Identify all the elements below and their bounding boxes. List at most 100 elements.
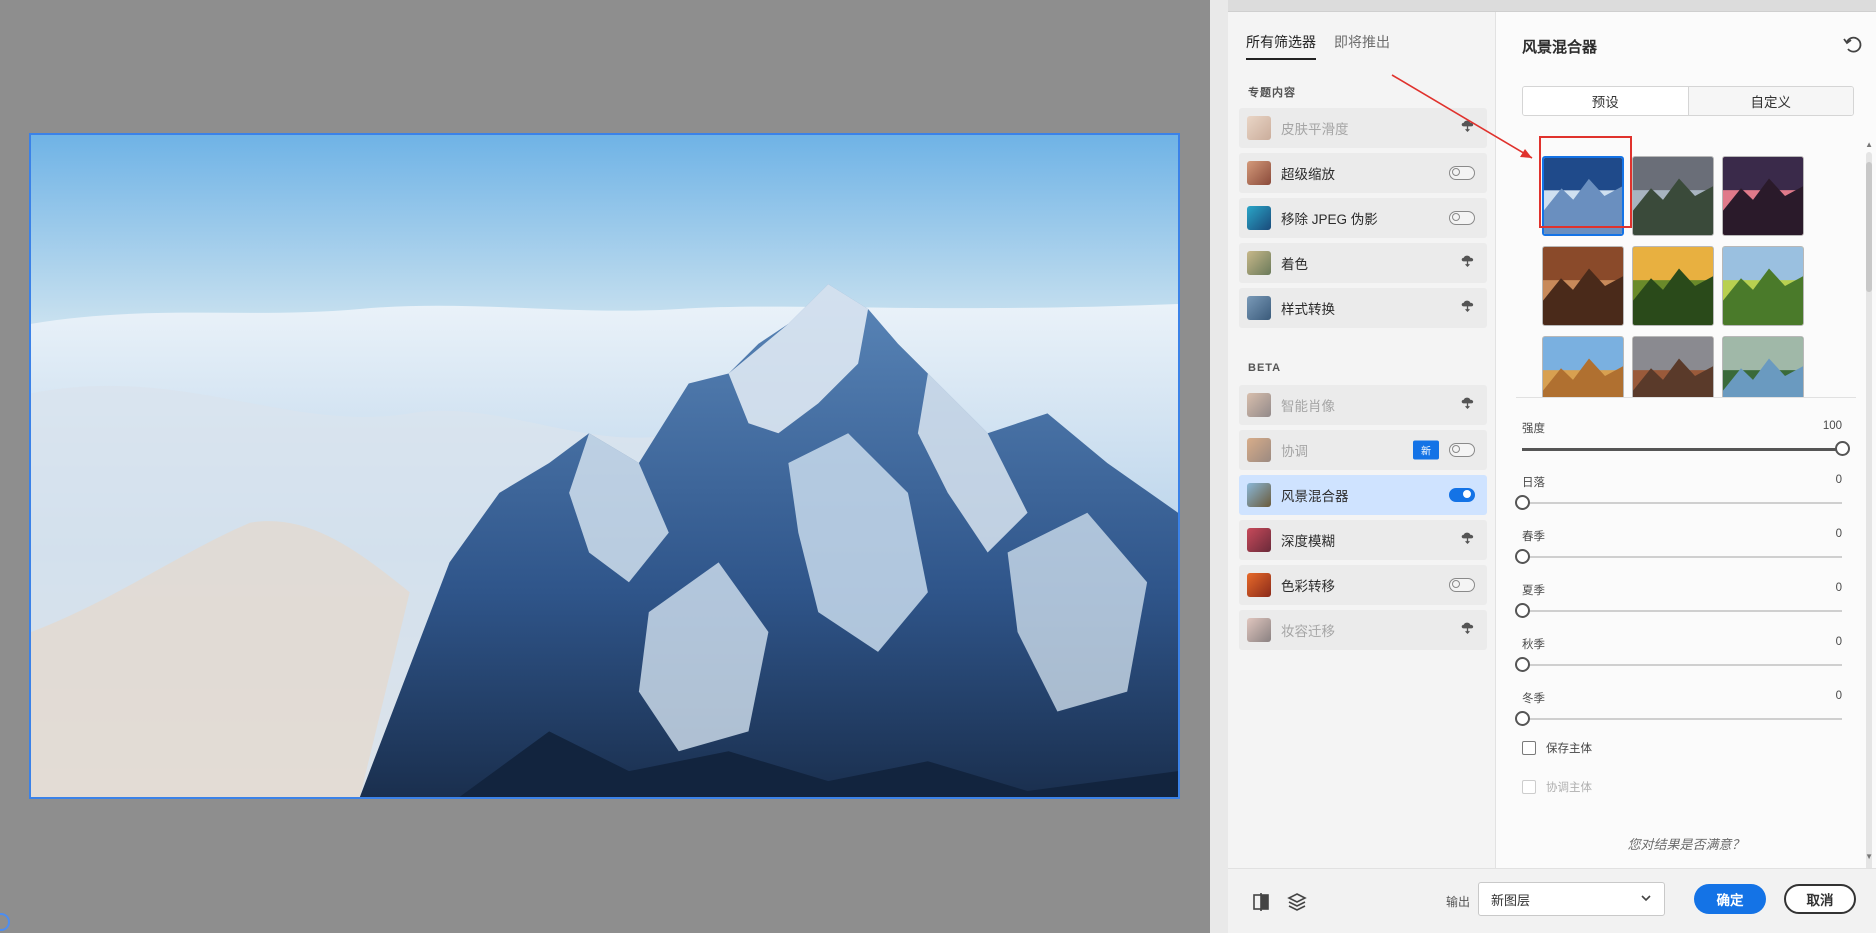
filter-thumbnail bbox=[1247, 528, 1271, 552]
slider-value: 0 bbox=[1835, 636, 1842, 648]
cloud-download-icon[interactable] bbox=[1460, 254, 1475, 267]
filter-label: 超级缩放 bbox=[1281, 167, 1335, 182]
preset-thumbnail[interactable] bbox=[1722, 156, 1804, 236]
filter-control bbox=[1460, 119, 1475, 137]
filter-toggle[interactable] bbox=[1449, 166, 1475, 180]
compare-split-icon[interactable] bbox=[1250, 891, 1272, 913]
cloud-download-icon[interactable] bbox=[1460, 531, 1475, 544]
scroll-up-icon[interactable]: ▲ bbox=[1865, 140, 1873, 149]
filter-thumbnail bbox=[1247, 393, 1271, 417]
preset-thumbnail[interactable] bbox=[1542, 336, 1624, 397]
filter-toggle[interactable] bbox=[1449, 211, 1475, 225]
filter-thumbnail bbox=[1247, 296, 1271, 320]
ok-button[interactable]: 确定 bbox=[1694, 884, 1766, 914]
filter-control bbox=[1460, 396, 1475, 414]
tab-all-filters[interactable]: 所有筛选器 bbox=[1246, 32, 1316, 60]
checkbox-row[interactable]: 保存主体 bbox=[1522, 740, 1592, 756]
output-select[interactable]: 新图层 bbox=[1478, 882, 1665, 916]
slider-label: 日落 bbox=[1522, 477, 1545, 489]
checkbox-row[interactable]: 协调主体 bbox=[1522, 779, 1592, 795]
section-featured-title: 专题内容 bbox=[1248, 87, 1296, 99]
preset-thumbnail[interactable] bbox=[1722, 336, 1804, 397]
filter-item[interactable]: 皮肤平滑度 bbox=[1239, 108, 1487, 148]
filter-label: 深度模糊 bbox=[1281, 534, 1335, 549]
cloud-download-icon[interactable] bbox=[1460, 621, 1475, 634]
slider-track[interactable] bbox=[1515, 549, 1842, 564]
filter-thumbnail bbox=[1247, 438, 1271, 462]
filter-thumbnail bbox=[1247, 161, 1271, 185]
preset-thumbnail[interactable] bbox=[1632, 336, 1714, 397]
slider-knob[interactable] bbox=[1515, 495, 1530, 510]
filter-label: 妆容迁移 bbox=[1281, 624, 1335, 639]
slider-knob[interactable] bbox=[1835, 441, 1850, 456]
filter-label: 智能肖像 bbox=[1281, 399, 1335, 414]
slider-row: 秋季 0 bbox=[1515, 636, 1842, 672]
slider-knob[interactable] bbox=[1515, 657, 1530, 672]
filter-thumbnail bbox=[1247, 573, 1271, 597]
filter-thumbnail bbox=[1247, 206, 1271, 230]
scroll-down-icon[interactable]: ▼ bbox=[1865, 852, 1873, 861]
filter-item[interactable]: 智能肖像 bbox=[1239, 385, 1487, 425]
filter-item[interactable]: 妆容迁移 bbox=[1239, 610, 1487, 650]
filter-tabs: 所有筛选器 即将推出 bbox=[1246, 32, 1390, 60]
slider-row: 夏季 0 bbox=[1515, 582, 1842, 618]
filter-label: 协调 bbox=[1281, 444, 1308, 459]
tab-coming-soon[interactable]: 即将推出 bbox=[1334, 32, 1390, 60]
filter-toggle[interactable] bbox=[1449, 578, 1475, 592]
preset-thumbnail[interactable] bbox=[1632, 156, 1714, 236]
settings-scrollbar[interactable] bbox=[1866, 152, 1872, 882]
filter-control bbox=[1449, 443, 1475, 457]
slider-label: 秋季 bbox=[1522, 639, 1545, 651]
filter-control bbox=[1449, 488, 1475, 502]
checkbox[interactable] bbox=[1522, 741, 1536, 755]
preview-image[interactable] bbox=[29, 133, 1180, 799]
filter-item[interactable]: 超级缩放 bbox=[1239, 153, 1487, 193]
panel-footer: 输出 新图层 确定 取消 bbox=[1228, 868, 1876, 933]
filter-control bbox=[1460, 531, 1475, 549]
slider-track[interactable] bbox=[1515, 657, 1842, 672]
slider-knob[interactable] bbox=[1515, 711, 1530, 726]
slider-row: 强度 100 bbox=[1522, 420, 1850, 456]
filter-thumbnail bbox=[1247, 116, 1271, 140]
filter-item[interactable]: 协调 新 bbox=[1239, 430, 1487, 470]
seg-preset-button[interactable]: 预设 bbox=[1523, 87, 1688, 115]
slider-row: 春季 0 bbox=[1515, 528, 1842, 564]
cloud-download-icon[interactable] bbox=[1460, 299, 1475, 312]
slider-label: 夏季 bbox=[1522, 585, 1545, 597]
filter-item[interactable]: 风景混合器 bbox=[1239, 475, 1487, 515]
scrollbar-thumb[interactable] bbox=[1866, 162, 1872, 292]
slider-label: 冬季 bbox=[1522, 693, 1545, 705]
preset-custom-toggle: 预设 自定义 bbox=[1522, 86, 1854, 116]
layers-icon[interactable] bbox=[1286, 891, 1308, 913]
checkbox[interactable] bbox=[1522, 780, 1536, 794]
filter-toggle[interactable] bbox=[1449, 488, 1475, 502]
seg-custom-button[interactable]: 自定义 bbox=[1687, 87, 1853, 115]
filter-item[interactable]: 移除 JPEG 伪影 bbox=[1239, 198, 1487, 238]
filter-item[interactable]: 着色 bbox=[1239, 243, 1487, 283]
filter-list-column: 所有筛选器 即将推出 专题内容 皮肤平滑度超级缩放移除 JPEG 伪影 着色样式转… bbox=[1228, 12, 1496, 868]
slider-label: 春季 bbox=[1522, 531, 1545, 543]
slider-track[interactable] bbox=[1515, 495, 1842, 510]
slider-knob[interactable] bbox=[1515, 603, 1530, 618]
slider-value: 0 bbox=[1835, 528, 1842, 540]
preset-thumbnail[interactable] bbox=[1632, 246, 1714, 326]
cancel-button[interactable]: 取消 bbox=[1784, 884, 1856, 914]
filter-label: 皮肤平滑度 bbox=[1281, 122, 1349, 137]
cloud-download-icon[interactable] bbox=[1460, 396, 1475, 409]
reset-icon[interactable] bbox=[1842, 34, 1864, 56]
slider-track[interactable] bbox=[1515, 603, 1842, 618]
slider-knob[interactable] bbox=[1515, 549, 1530, 564]
filter-toggle[interactable] bbox=[1449, 443, 1475, 457]
new-badge: 新 bbox=[1413, 440, 1439, 460]
preset-thumbnail[interactable] bbox=[1722, 246, 1804, 326]
slider-track[interactable] bbox=[1515, 711, 1842, 726]
filter-control bbox=[1460, 621, 1475, 639]
preset-thumbnail[interactable] bbox=[1542, 246, 1624, 326]
slider-track[interactable] bbox=[1522, 441, 1850, 456]
filter-item[interactable]: 色彩转移 bbox=[1239, 565, 1487, 605]
filter-item[interactable]: 深度模糊 bbox=[1239, 520, 1487, 560]
output-select-value: 新图层 bbox=[1491, 892, 1531, 908]
checkbox-label: 保存主体 bbox=[1546, 743, 1592, 755]
filter-item[interactable]: 样式转换 bbox=[1239, 288, 1487, 328]
cloud-download-icon[interactable] bbox=[1460, 119, 1475, 132]
